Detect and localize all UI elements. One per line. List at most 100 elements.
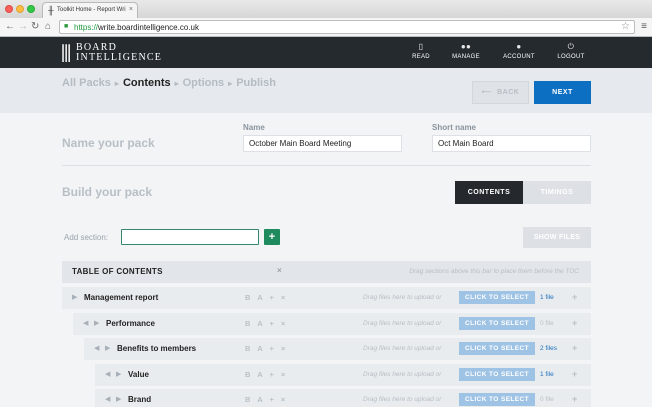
crumb-contents[interactable]: Contents — [123, 77, 171, 89]
add-section-button[interactable]: + — [264, 229, 280, 245]
toc-bar[interactable]: TABLE OF CONTENTS × Drag sections above … — [62, 261, 591, 283]
add-subsection-icon[interactable]: + — [572, 292, 577, 302]
short-name-input[interactable]: Oct Main Board — [432, 135, 591, 152]
indent-right-icon[interactable]: ▶ — [116, 370, 121, 378]
breadcrumb: All Packs ▸ Contents ▸ Options ▸ Publish — [62, 77, 276, 89]
add-section-input[interactable] — [121, 229, 259, 245]
crumb-publish[interactable]: Publish — [236, 77, 276, 89]
bookmark-star-icon[interactable]: ☆ — [621, 21, 630, 32]
file-count-link: 0 file — [540, 396, 554, 403]
section-title[interactable]: Brand — [128, 395, 151, 404]
file-count-link[interactable]: 1 file — [540, 371, 554, 378]
pack-name-input[interactable]: October Main Board Meeting — [243, 135, 402, 152]
section-title[interactable]: Management report — [84, 293, 158, 302]
add-subsection-icon[interactable]: + — [572, 394, 577, 404]
show-files-button[interactable]: SHOW FILES — [523, 227, 591, 248]
outdent-left-icon[interactable]: ◀ — [83, 319, 88, 327]
section-row[interactable]: ◀ ▶ Benefits to members B A + × Drag files h… — [84, 338, 591, 360]
drag-files-hint: Drag files here to upload or — [363, 294, 442, 301]
indent-right-icon[interactable]: ▶ — [94, 319, 99, 327]
file-count-link: 0 file — [540, 320, 554, 327]
section-title[interactable]: Performance — [106, 319, 155, 328]
nav-logout[interactable]: ⏻ LOGOUT — [546, 42, 596, 60]
crumb-options[interactable]: Options — [183, 77, 225, 89]
next-button[interactable]: NEXT — [534, 81, 591, 104]
section-row[interactable]: ◀ ▶ Performance B A + × Drag files here to u… — [73, 313, 591, 335]
nav-read[interactable]: ▯ READ — [396, 42, 446, 60]
add-subsection-icon[interactable]: + — [572, 369, 577, 379]
nav-account[interactable]: ● ACCOUNT — [494, 42, 544, 60]
step-bar: All Packs ▸ Contents ▸ Options ▸ Publish ⟵ BAC… — [0, 68, 652, 113]
back-arrow-icon: ⟵ — [481, 89, 493, 96]
click-to-select-button[interactable]: CLICK TO SELECT — [459, 317, 535, 330]
browser-toolbar: ← → ↻ ⌂ ■ https://write.boardintelligenc… — [0, 18, 652, 37]
nav-manage[interactable]: ●● MANAGE — [441, 42, 491, 60]
crumb-separator: ▸ — [114, 79, 119, 88]
tab-title: Toolkit Home - Report Wri — [57, 7, 126, 13]
address-bar[interactable]: ■ https://write.boardintelligence.co.uk … — [59, 20, 635, 34]
section-divider — [62, 165, 591, 166]
indent-right-icon[interactable]: ▶ — [116, 395, 121, 403]
outdent-left-icon[interactable]: ◀ — [105, 370, 110, 378]
browser-tab[interactable]: ╫ Toolkit Home - Report Wri × — [42, 2, 138, 18]
user-icon: ● — [516, 42, 522, 51]
crumb-separator: ▸ — [228, 79, 233, 88]
minimize-window-button[interactable] — [16, 5, 24, 13]
click-to-select-button[interactable]: CLICK TO SELECT — [459, 368, 535, 381]
outdent-left-icon[interactable]: ◀ — [94, 344, 99, 352]
click-to-select-button[interactable]: CLICK TO SELECT — [459, 342, 535, 355]
back-arrow-icon[interactable]: ← — [5, 21, 15, 33]
section-tools[interactable]: B A + × — [245, 344, 288, 353]
browser-menu-icon[interactable]: ≡ — [641, 21, 647, 32]
back-button[interactable]: ⟵ BACK — [472, 81, 529, 104]
expand-right-icon[interactable]: ▶ — [72, 293, 77, 301]
drag-files-hint: Drag files here to upload or — [363, 345, 442, 352]
drag-files-hint: Drag files here to upload or — [363, 320, 442, 327]
section-tools[interactable]: B A + × — [245, 370, 288, 379]
crumb-all-packs[interactable]: All Packs — [62, 77, 111, 89]
close-window-button[interactable] — [5, 5, 13, 13]
indent-right-icon[interactable]: ▶ — [105, 344, 110, 352]
favicon-icon: ╫ — [48, 6, 54, 15]
section-title[interactable]: Benefits to members — [117, 344, 196, 353]
toc-title: TABLE OF CONTENTS — [72, 267, 163, 276]
forward-arrow-icon[interactable]: → — [18, 21, 28, 33]
short-name-label: Short name — [432, 123, 477, 132]
section-row[interactable]: ◀ ▶ Value B A + × Drag files here to upload … — [95, 364, 591, 386]
remove-toc-icon[interactable]: × — [277, 266, 282, 275]
power-icon: ⏻ — [567, 42, 575, 51]
home-icon[interactable]: ⌂ — [45, 21, 51, 33]
url-scheme: https:// — [74, 23, 99, 32]
zoom-window-button[interactable] — [27, 5, 35, 13]
book-icon: ▯ — [418, 42, 424, 51]
tab-close-icon[interactable]: × — [129, 6, 133, 13]
click-to-select-button[interactable]: CLICK TO SELECT — [459, 393, 535, 406]
reload-icon[interactable]: ↻ — [31, 21, 39, 33]
name-label: Name — [243, 123, 265, 132]
users-icon: ●● — [460, 42, 472, 51]
section-row[interactable]: ◀ ▶ Brand B A + × Drag files here to upload … — [95, 389, 591, 407]
toc-hint: Drag sections above this bar to place th… — [409, 268, 579, 275]
drag-files-hint: Drag files here to upload or — [363, 396, 442, 403]
crumb-separator: ▸ — [174, 79, 179, 88]
app-header: ||| BOARD INTELLIGENCE ▯ READ ●● MANAGE ●… — [0, 37, 652, 68]
main-content: Name your pack Name October Main Board M… — [0, 113, 652, 407]
section-tools[interactable]: B A + × — [245, 293, 288, 302]
click-to-select-button[interactable]: CLICK TO SELECT — [459, 291, 535, 304]
tab-timings[interactable]: TIMINGS — [523, 181, 591, 204]
section-title[interactable]: Value — [128, 370, 149, 379]
file-count-link[interactable]: 2 files — [540, 345, 557, 352]
outdent-left-icon[interactable]: ◀ — [105, 395, 110, 403]
lock-icon: ■ — [64, 23, 69, 30]
add-subsection-icon[interactable]: + — [572, 318, 577, 328]
file-count-link[interactable]: 1 file — [540, 294, 554, 301]
add-section-label: Add section: — [64, 233, 109, 242]
section-tools[interactable]: B A + × — [245, 319, 288, 328]
tab-contents[interactable]: CONTENTS — [455, 181, 523, 204]
build-pack-heading: Build your pack — [62, 185, 153, 199]
section-tools[interactable]: B A + × — [245, 395, 288, 404]
url-host: write.boardintelligence.co.uk — [98, 23, 199, 32]
add-subsection-icon[interactable]: + — [572, 343, 577, 353]
section-row[interactable]: ▶ Management report B A + × Drag files here… — [62, 287, 591, 309]
logo-pillars-icon: ||| — [60, 42, 72, 63]
